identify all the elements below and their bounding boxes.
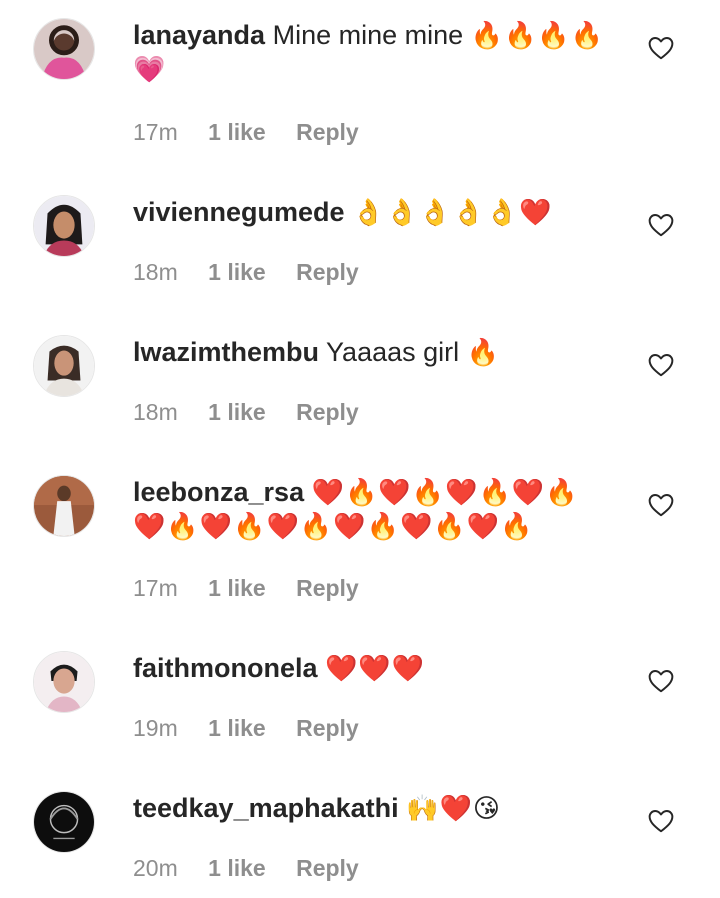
avatar[interactable]: [33, 335, 95, 397]
like-heart-icon[interactable]: [648, 809, 674, 833]
comment-timestamp: 19m: [133, 715, 178, 741]
comment-emojis-line2: ❤️🔥❤️🔥❤️🔥❤️🔥❤️🔥❤️🔥: [133, 511, 534, 541]
comment-emojis: ❤️🔥❤️🔥❤️🔥❤️🔥: [311, 477, 579, 507]
reply-button[interactable]: Reply: [296, 119, 359, 145]
comment-emojis: 🔥: [466, 337, 501, 367]
comment-like-count[interactable]: 1 like: [208, 575, 266, 601]
comment-timestamp: 17m: [133, 575, 178, 601]
reply-button[interactable]: Reply: [296, 715, 359, 741]
comment-emojis: 🙌❤️😘: [406, 793, 501, 823]
comment-emojis-line2: 💗: [133, 54, 167, 84]
comment-text: Yaaaas girl: [326, 337, 460, 367]
reply-button[interactable]: Reply: [296, 259, 359, 285]
comment-like-count[interactable]: 1 like: [208, 855, 266, 881]
like-heart-icon[interactable]: [648, 493, 674, 517]
comment-timestamp: 18m: [133, 399, 178, 425]
comment-like-count[interactable]: 1 like: [208, 399, 266, 425]
comment-username[interactable]: teedkay_maphakathi: [133, 793, 399, 823]
like-heart-icon[interactable]: [648, 669, 674, 693]
comment-username[interactable]: viviennegumede: [133, 197, 345, 227]
comment-timestamp: 20m: [133, 855, 178, 881]
avatar[interactable]: [33, 651, 95, 713]
comment-emojis: 👌👌👌👌👌❤️: [352, 197, 553, 227]
like-heart-icon[interactable]: [648, 36, 674, 60]
avatar[interactable]: [33, 195, 95, 257]
like-heart-icon[interactable]: [648, 213, 674, 237]
reply-button[interactable]: Reply: [296, 855, 359, 881]
avatar[interactable]: [33, 791, 95, 853]
avatar[interactable]: [33, 18, 95, 80]
comment-username[interactable]: faithmononela: [133, 653, 318, 683]
comment-like-count[interactable]: 1 like: [208, 119, 266, 145]
comment-timestamp: 18m: [133, 259, 178, 285]
comment-text: Mine mine mine: [272, 20, 464, 50]
comment-username[interactable]: lwazimthembu: [133, 337, 319, 367]
reply-button[interactable]: Reply: [296, 399, 359, 425]
like-heart-icon[interactable]: [648, 353, 674, 377]
comment-timestamp: 17m: [133, 119, 178, 145]
comment-emojis: 🔥🔥🔥🔥: [470, 20, 605, 50]
comment-like-count[interactable]: 1 like: [208, 259, 266, 285]
avatar[interactable]: [33, 475, 95, 537]
reply-button[interactable]: Reply: [296, 575, 359, 601]
comment-username[interactable]: leebonza_rsa: [133, 477, 304, 507]
comment-like-count[interactable]: 1 like: [208, 715, 266, 741]
comment-emojis: ❤️❤️❤️: [325, 653, 426, 683]
comment-username[interactable]: lanayanda: [133, 20, 265, 50]
